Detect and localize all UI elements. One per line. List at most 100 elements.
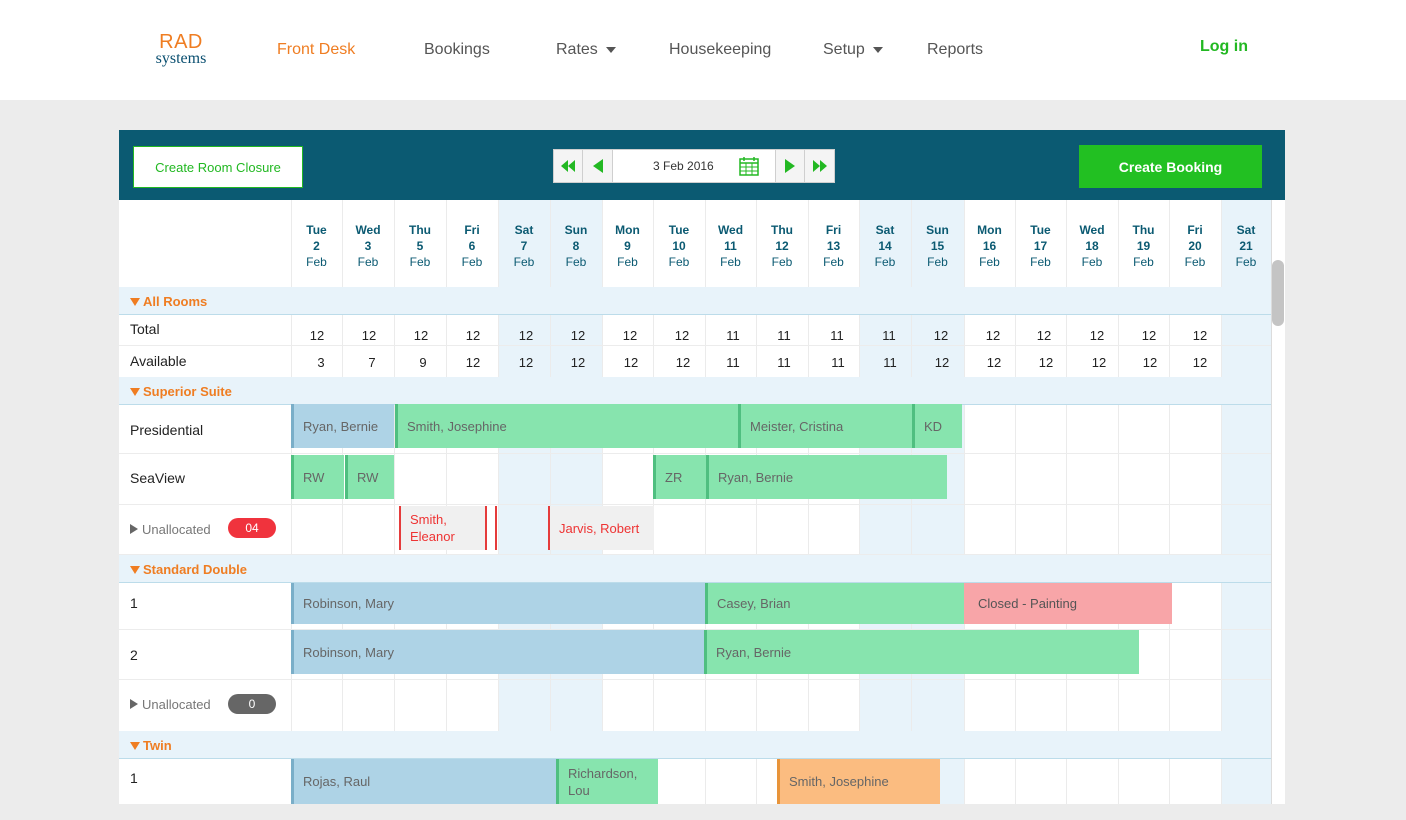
booking-bar[interactable]: Ryan, Bernie (291, 404, 394, 448)
room-twin-1: 1 (130, 770, 138, 786)
booking-bar[interactable]: Robinson, Mary (291, 630, 705, 674)
next-day-button[interactable] (775, 149, 805, 183)
group-toggle-standard-double[interactable]: Standard Double (130, 562, 247, 577)
day-header: Tue 17 Feb (1030, 223, 1051, 269)
total-count: 12 (1141, 328, 1157, 343)
day-header: Tue 2 Feb (306, 223, 327, 269)
day-header: Mon 9 Feb (615, 223, 640, 269)
total-count: 11 (830, 328, 844, 343)
day-header: Sat 21 Feb (1235, 223, 1257, 269)
available-label: Available (130, 353, 187, 369)
caret-down-icon (130, 566, 140, 574)
nav-bookings[interactable]: Bookings (424, 41, 490, 59)
room-presidential: Presidential (130, 422, 204, 438)
booking-grid: Tue 2 Feb Wed 3 Feb Thu 5 Feb Fri 6 Feb Sat 7 Feb … (119, 200, 1285, 804)
total-count: 12 (933, 328, 949, 343)
available-count: 12 (934, 355, 950, 370)
day-header: Sun 8 Feb (564, 223, 588, 269)
booking-bar[interactable]: Ryan, Bernie (704, 630, 1139, 674)
jump-back-button[interactable] (553, 149, 583, 183)
total-count: 12 (361, 328, 377, 343)
available-count: 9 (419, 355, 427, 370)
total-count: 12 (1089, 328, 1105, 343)
chevron-right-icon (785, 159, 795, 173)
booking-bar[interactable]: Smith, Josephine (395, 404, 738, 448)
booking-edge-marker (495, 506, 497, 550)
unallocated-toggle[interactable]: Unallocated (130, 697, 211, 712)
unallocated-booking-bar[interactable]: Jarvis, Robert (548, 506, 654, 550)
total-count: 12 (465, 328, 481, 343)
total-count: 12 (622, 328, 638, 343)
top-navigation: RAD systems Front Desk Bookings Rates Ho… (0, 0, 1406, 100)
available-count: 12 (570, 355, 586, 370)
day-header: Wed 3 Feb (355, 223, 381, 269)
unallocated-count-badge: 04 (228, 518, 276, 538)
caret-down-icon (130, 742, 140, 750)
day-header: Fri 20 Feb (1184, 223, 1206, 269)
nav-housekeeping[interactable]: Housekeeping (669, 41, 771, 59)
total-label: Total (130, 321, 160, 337)
available-count: 12 (518, 355, 534, 370)
nav-setup[interactable]: Setup (823, 41, 883, 59)
login-link[interactable]: Log in (1200, 38, 1248, 56)
group-toggle-twin[interactable]: Twin (130, 738, 172, 753)
booking-bar[interactable]: Meister, Cristina (738, 404, 912, 448)
total-count: 12 (518, 328, 534, 343)
room-closure-bar[interactable]: Closed - Painting (964, 583, 1172, 624)
nav-front-desk[interactable]: Front Desk (277, 41, 355, 59)
create-booking-button[interactable]: Create Booking (1079, 145, 1262, 188)
jump-forward-button[interactable] (805, 149, 835, 183)
available-count: 12 (465, 355, 481, 370)
room-standard-double-2: 2 (130, 647, 138, 663)
booking-bar[interactable]: Richardson, Lou (556, 759, 658, 804)
booking-bar[interactable]: RW (345, 455, 394, 499)
group-toggle-superior-suite[interactable]: Superior Suite (130, 384, 232, 399)
available-count: 11 (883, 355, 897, 370)
available-count: 12 (1192, 355, 1208, 370)
unallocated-booking-bar[interactable]: Smith, Eleanor (399, 506, 487, 550)
nav-rates[interactable]: Rates (556, 41, 616, 59)
chevron-down-icon (872, 46, 883, 53)
booking-bar[interactable]: Ryan, Bernie (706, 455, 947, 499)
logo-systems: systems (155, 50, 207, 67)
booking-bar[interactable]: KD (912, 404, 962, 448)
booking-bar[interactable]: Smith, Josephine (777, 759, 940, 804)
caret-down-icon (130, 388, 140, 396)
booking-bar[interactable]: Rojas, Raul (291, 759, 556, 804)
prev-day-button[interactable] (583, 149, 613, 183)
date-input[interactable]: 3 Feb 2016 (613, 149, 775, 183)
nav-reports[interactable]: Reports (927, 41, 983, 59)
group-toggle-all-rooms[interactable]: All Rooms (130, 294, 207, 309)
day-header: Wed 11 Feb (717, 223, 744, 269)
create-room-closure-button[interactable]: Create Room Closure (133, 146, 303, 188)
group-standard-double: Standard Double (119, 555, 1271, 583)
chevron-down-icon (605, 46, 616, 53)
day-header: Mon 16 Feb (977, 223, 1002, 269)
available-count: 11 (777, 355, 791, 370)
available-count: 12 (1142, 355, 1158, 370)
caret-down-icon (130, 298, 140, 306)
booking-bar[interactable]: RW (291, 455, 344, 499)
day-header: Wed 18 Feb (1079, 223, 1105, 269)
available-count: 12 (675, 355, 691, 370)
calendar-toolbar: Create Room Closure 3 Feb 2016 Create Bo… (119, 130, 1285, 200)
booking-bar[interactable]: Robinson, Mary (291, 583, 705, 624)
total-count: 11 (882, 328, 896, 343)
day-header: Thu 19 Feb (1132, 223, 1155, 269)
available-count: 12 (623, 355, 639, 370)
total-count: 12 (570, 328, 586, 343)
booking-bar[interactable]: ZR (653, 455, 706, 499)
vertical-scrollbar[interactable] (1272, 260, 1284, 326)
booking-bar[interactable]: Casey, Brian (705, 583, 964, 624)
date-value: 3 Feb 2016 (653, 159, 714, 173)
available-count: 3 (317, 355, 325, 370)
available-count: 7 (368, 355, 376, 370)
double-chevron-left-icon (561, 160, 575, 172)
unallocated-toggle[interactable]: Unallocated (130, 522, 211, 537)
calendar-icon[interactable] (739, 157, 759, 176)
logo[interactable]: RAD systems (150, 32, 212, 67)
room-standard-double-1: 1 (130, 595, 138, 611)
total-count: 12 (1192, 328, 1208, 343)
group-twin: Twin (119, 731, 1271, 759)
total-count: 12 (1036, 328, 1052, 343)
